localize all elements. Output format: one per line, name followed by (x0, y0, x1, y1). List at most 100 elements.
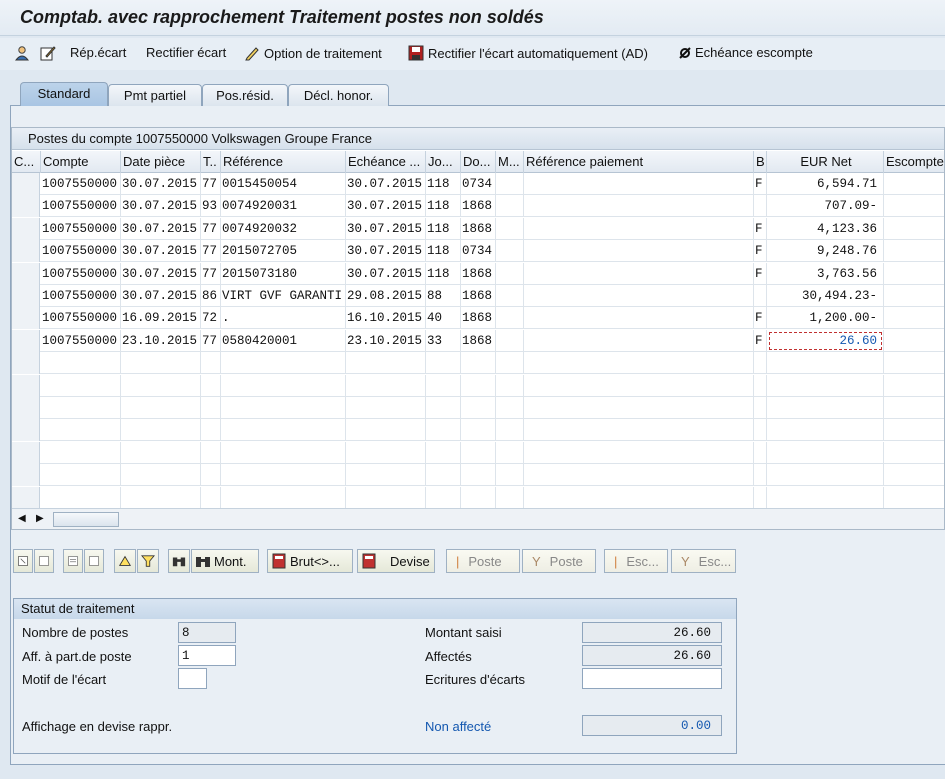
horizontal-scrollbar[interactable]: ◀ ▶ (12, 508, 944, 529)
cell-eur-net[interactable]: 3,763.56 (767, 262, 884, 285)
cell-compte[interactable]: 1007550000 (41, 329, 121, 352)
cell-eur-net[interactable] (767, 352, 884, 375)
cell-reference[interactable] (221, 441, 346, 464)
cell-reference[interactable]: 0074920031 (221, 195, 346, 218)
devise-button[interactable]: Devise (357, 549, 435, 573)
cell-type[interactable] (201, 464, 221, 487)
table-row[interactable] (12, 441, 944, 464)
col-echeance[interactable]: Echéance ... (346, 151, 426, 173)
cell-date-piece[interactable] (121, 397, 201, 419)
cell-echeance[interactable]: 30.07.2015 (346, 262, 426, 285)
cell-reference[interactable]: 2015072705 (221, 240, 346, 263)
cell-m[interactable] (496, 173, 524, 195)
cell-reference-paiement[interactable] (524, 285, 754, 307)
table-row[interactable]: 1007550000 30.07.2015 77 2015072705 30.07.20… (12, 240, 944, 263)
cell-reference-paiement[interactable] (524, 441, 754, 464)
cell-echeance[interactable]: 23.10.2015 (346, 329, 426, 352)
row-selector[interactable] (12, 240, 40, 263)
table-row[interactable]: 1007550000 30.07.2015 86 VIRT GVF GARANTI 29… (12, 285, 944, 307)
non-affecte-field[interactable]: 0.00 (582, 715, 722, 736)
cell-date-piece[interactable]: 30.07.2015 (121, 217, 201, 240)
brut-button[interactable]: Brut<>... (267, 549, 353, 573)
cell-jours[interactable]: 40 (426, 307, 461, 330)
cell-m[interactable] (496, 285, 524, 307)
cell-type[interactable] (201, 441, 221, 464)
cell-eur-net[interactable]: 707.09- (767, 195, 884, 218)
cell-m[interactable] (496, 307, 524, 330)
cell-m[interactable] (496, 352, 524, 375)
scroll-left-icon[interactable]: ◀ (18, 513, 26, 524)
table-row[interactable]: 1007550000 30.07.2015 77 0015450054 30.07.20… (12, 173, 944, 195)
cell-m[interactable] (496, 464, 524, 487)
cell-type[interactable]: 93 (201, 195, 221, 218)
cell-jours[interactable]: 118 (426, 217, 461, 240)
row-selector[interactable] (12, 307, 40, 330)
cell-doc[interactable]: 1868 (461, 195, 496, 218)
cell-jours[interactable]: 118 (426, 262, 461, 285)
cell-compte[interactable] (41, 441, 121, 464)
cell-doc[interactable] (461, 486, 496, 509)
cell-reference[interactable] (221, 397, 346, 419)
cell-date-piece[interactable]: 30.07.2015 (121, 285, 201, 307)
cell-echeance[interactable] (346, 419, 426, 442)
cell-echeance[interactable] (346, 397, 426, 419)
cell-doc[interactable]: 1868 (461, 262, 496, 285)
cell-escompte[interactable] (884, 375, 944, 397)
col-doc[interactable]: Do... (461, 151, 496, 173)
table-row[interactable]: 1007550000 30.07.2015 77 0074920032 30.07.20… (12, 217, 944, 240)
cell-m[interactable] (496, 262, 524, 285)
aff-part-field[interactable]: 1 (178, 645, 236, 666)
cell-b[interactable] (754, 374, 767, 397)
cell-type[interactable] (201, 374, 221, 397)
cell-echeance[interactable] (346, 486, 426, 509)
cell-b[interactable]: F (754, 240, 767, 263)
cell-escompte[interactable] (884, 419, 944, 441)
mont-button[interactable]: Mont. (191, 549, 259, 573)
cell-reference[interactable]: 2015073180 (221, 262, 346, 285)
cell-m[interactable] (496, 240, 524, 263)
cell-compte[interactable]: 1007550000 (41, 285, 121, 307)
cell-b[interactable] (754, 195, 767, 218)
scroll-thumb[interactable] (53, 512, 119, 527)
cell-echeance[interactable]: 29.08.2015 (346, 285, 426, 307)
cell-compte[interactable] (41, 397, 121, 419)
find-button[interactable] (168, 549, 190, 573)
cell-compte[interactable]: 1007550000 (41, 240, 121, 263)
cell-date-piece[interactable]: 16.09.2015 (121, 307, 201, 330)
cell-b[interactable]: F (754, 262, 767, 285)
cell-date-piece[interactable]: 30.07.2015 (121, 195, 201, 218)
cell-m[interactable] (496, 419, 524, 442)
tab-decl-honor[interactable]: Décl. honor. (288, 84, 389, 106)
col-date-piece[interactable]: Date pièce (121, 151, 201, 173)
cell-reference-paiement[interactable] (524, 397, 754, 419)
cell-reference[interactable] (221, 419, 346, 442)
cell-escompte[interactable] (884, 285, 944, 307)
cell-escompte[interactable] (884, 330, 944, 352)
cell-jours[interactable]: 33 (426, 329, 461, 352)
row-selector[interactable] (12, 173, 40, 195)
cell-escompte[interactable] (884, 464, 944, 486)
row-selector[interactable] (12, 397, 40, 419)
cell-echeance[interactable]: 16.10.2015 (346, 307, 426, 330)
cell-reference[interactable] (221, 464, 346, 487)
cell-reference-paiement[interactable] (524, 329, 754, 352)
cell-b[interactable]: F (754, 307, 767, 330)
cell-m[interactable] (496, 441, 524, 464)
cell-b[interactable] (754, 486, 767, 509)
cell-reference[interactable] (221, 374, 346, 397)
nombre-postes-field[interactable]: 8 (178, 622, 236, 643)
cell-type[interactable] (201, 352, 221, 375)
cell-reference-paiement[interactable] (524, 352, 754, 375)
cell-doc[interactable] (461, 464, 496, 487)
cell-date-piece[interactable]: 30.07.2015 (121, 262, 201, 285)
cell-eur-net[interactable]: 9,248.76 (767, 240, 884, 263)
deselect-button[interactable] (34, 549, 54, 573)
cell-doc[interactable] (461, 441, 496, 464)
cell-compte[interactable]: 1007550000 (41, 217, 121, 240)
cell-reference[interactable] (221, 352, 346, 375)
cell-escompte[interactable] (884, 352, 944, 374)
cell-doc[interactable] (461, 397, 496, 419)
cell-compte[interactable] (41, 352, 121, 375)
col-c[interactable]: C... (12, 151, 41, 173)
tab-pmt-partiel[interactable]: Pmt partiel (108, 84, 202, 106)
